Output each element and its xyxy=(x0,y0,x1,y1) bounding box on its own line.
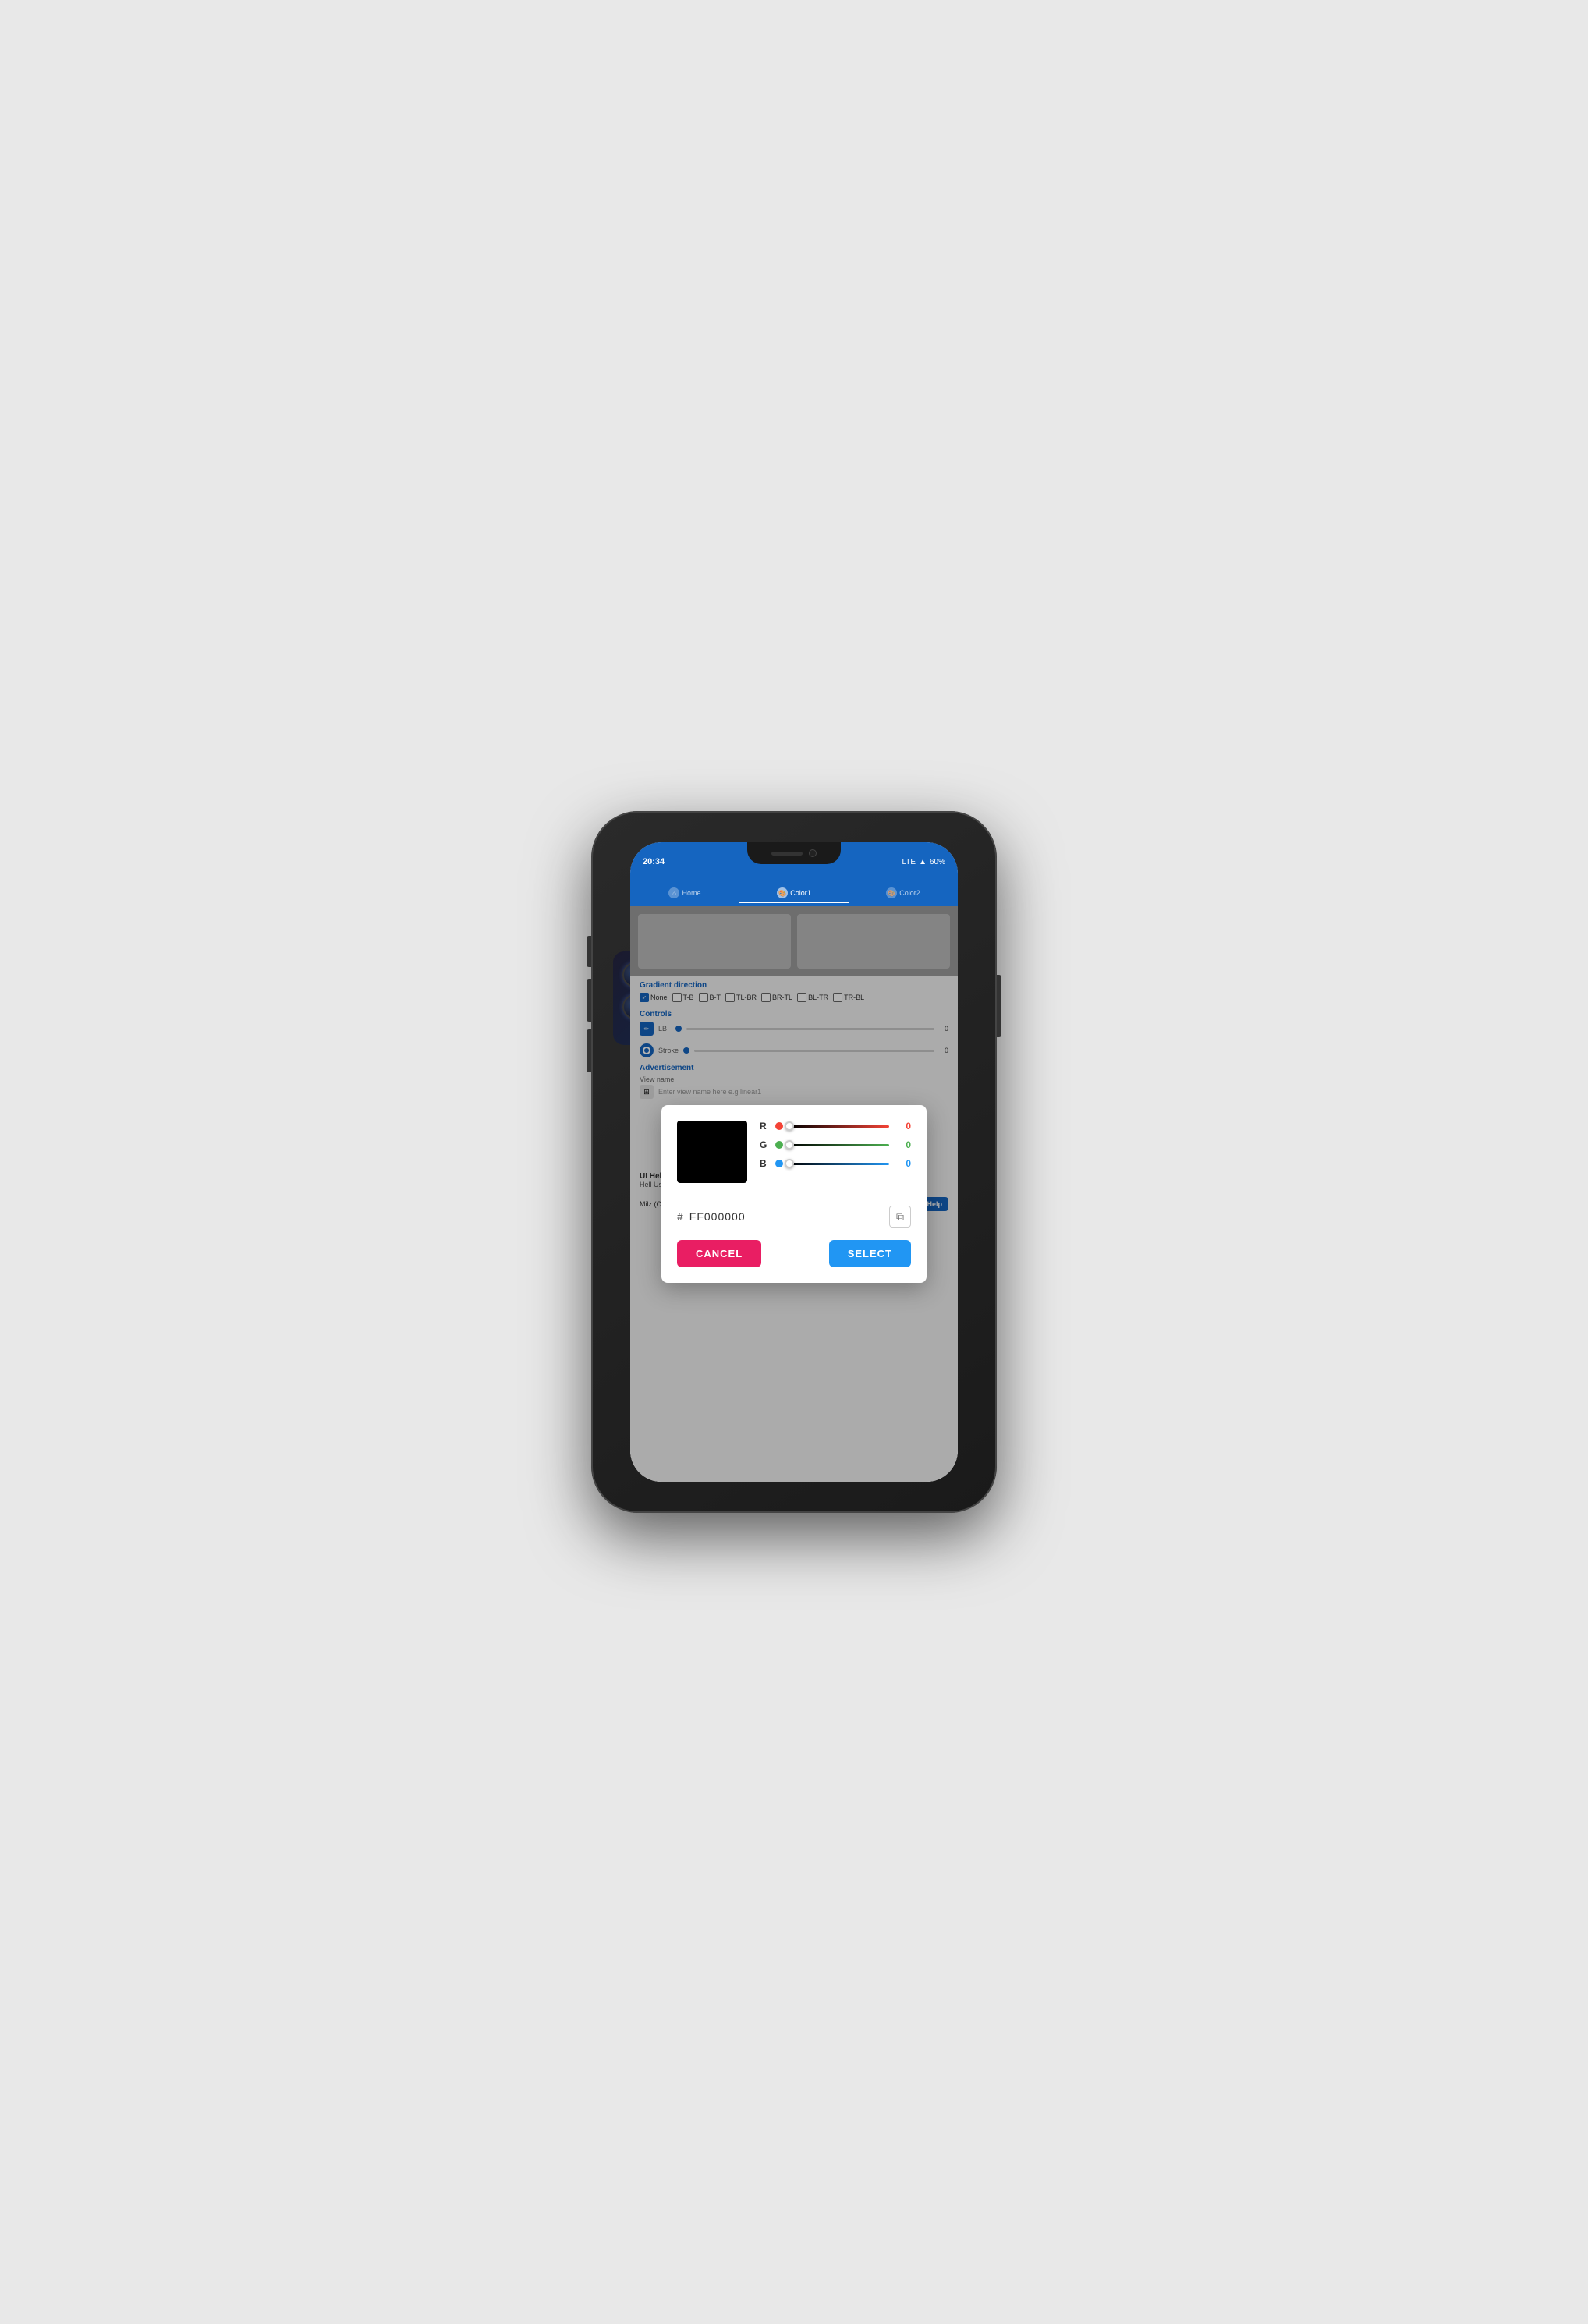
copy-icon[interactable]: ⧉ xyxy=(889,1206,911,1228)
green-slider-thumb[interactable] xyxy=(785,1140,794,1150)
r-value: 0 xyxy=(895,1121,911,1132)
b-value: 0 xyxy=(895,1158,911,1169)
notch-speaker xyxy=(771,852,803,856)
phone-screen: 20:34 LTE ▲ 60% ⌂ Home 🎨 Color1 🎨 Color2 xyxy=(630,842,958,1482)
green-dot xyxy=(775,1141,783,1149)
color-picker-dialog: R 0 G xyxy=(661,1105,927,1283)
tab-home[interactable]: ⌂ Home xyxy=(630,884,739,903)
g-value: 0 xyxy=(895,1139,911,1150)
notch xyxy=(747,842,841,864)
green-row: G 0 xyxy=(760,1139,911,1150)
red-row: R 0 xyxy=(760,1121,911,1132)
red-slider-thumb[interactable] xyxy=(785,1121,794,1131)
blue-row: B 0 xyxy=(760,1158,911,1169)
volume-silent-button[interactable] xyxy=(587,936,591,967)
hex-row: # FF000000 ⧉ xyxy=(677,1196,911,1228)
signal-icon: ▲ xyxy=(919,858,927,866)
notch-front-camera xyxy=(809,849,817,857)
dialog-top: R 0 G xyxy=(677,1121,911,1183)
rgb-sliders: R 0 G xyxy=(760,1121,911,1177)
hex-hash: # xyxy=(677,1210,683,1223)
status-icons: LTE ▲ 60% xyxy=(902,858,945,866)
phone-frame: 20:34 LTE ▲ 60% ⌂ Home 🎨 Color1 🎨 Color2 xyxy=(591,811,997,1513)
lte-icon: LTE xyxy=(902,858,916,866)
tab-color1[interactable]: 🎨 Color1 xyxy=(739,884,849,903)
volume-down-button[interactable] xyxy=(587,1029,591,1072)
color-preview xyxy=(677,1121,747,1183)
palette2-icon: 🎨 xyxy=(886,887,897,898)
tab-color2[interactable]: 🎨 Color2 xyxy=(849,884,958,903)
blue-dot xyxy=(775,1160,783,1167)
dialog-buttons: CANCEL SELECT xyxy=(677,1240,911,1267)
status-time: 20:34 xyxy=(643,857,665,866)
screen-content: Gradient direction None T-B B-T xyxy=(630,906,958,1482)
tab-color2-label: Color2 xyxy=(899,889,920,897)
g-label: G xyxy=(760,1139,769,1150)
tab-home-label: Home xyxy=(682,889,700,897)
palette-icon: 🎨 xyxy=(777,887,788,898)
power-button[interactable] xyxy=(997,975,1001,1037)
green-slider-track[interactable] xyxy=(789,1144,889,1146)
red-dot xyxy=(775,1122,783,1130)
tab-color1-label: Color1 xyxy=(790,889,811,897)
b-label: B xyxy=(760,1158,769,1169)
r-label: R xyxy=(760,1121,769,1132)
select-button[interactable]: SELECT xyxy=(829,1240,911,1267)
volume-up-button[interactable] xyxy=(587,979,591,1022)
blue-slider-thumb[interactable] xyxy=(785,1159,794,1168)
blue-slider-track[interactable] xyxy=(789,1163,889,1165)
home-icon: ⌂ xyxy=(668,887,679,898)
app-tab-bar: ⌂ Home 🎨 Color1 🎨 Color2 xyxy=(630,881,958,906)
battery-icon: 60% xyxy=(930,858,945,866)
dialog-overlay: R 0 G xyxy=(630,906,958,1482)
hex-value[interactable]: FF000000 xyxy=(689,1210,746,1223)
cancel-button[interactable]: CANCEL xyxy=(677,1240,761,1267)
red-slider-track[interactable] xyxy=(789,1125,889,1128)
